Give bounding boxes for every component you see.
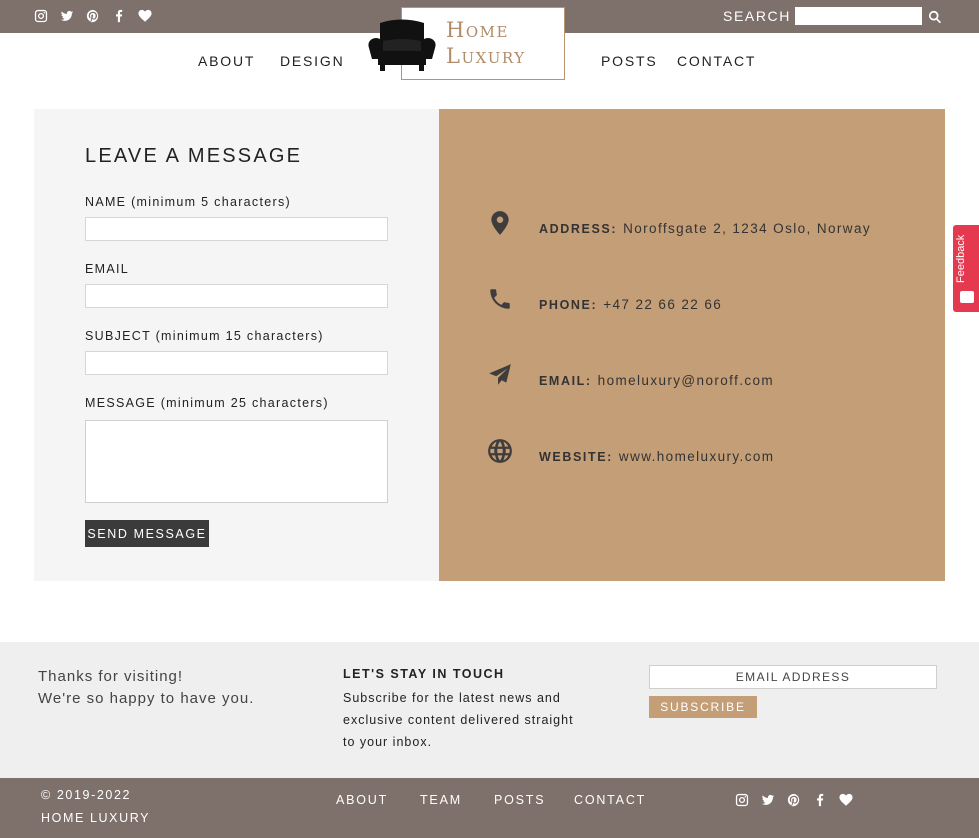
email-field[interactable] xyxy=(85,284,388,308)
subject-field[interactable] xyxy=(85,351,388,375)
newsletter-text-2: exclusive content delivered straight xyxy=(343,713,574,727)
message-field[interactable] xyxy=(85,420,388,503)
newsletter-text-3: to your inbox. xyxy=(343,735,433,749)
search-icon[interactable] xyxy=(928,9,942,24)
message-label: MESSAGE (minimum 25 characters) xyxy=(85,396,329,410)
nav-posts[interactable]: POSTS xyxy=(601,53,657,69)
twitter-icon[interactable] xyxy=(760,792,775,807)
paper-plane-icon xyxy=(487,362,517,392)
phone-icon xyxy=(487,286,517,316)
nav-about[interactable]: ABOUT xyxy=(198,53,255,69)
facebook-icon[interactable] xyxy=(812,792,827,807)
subscribe-button[interactable]: SUBSCRIBE xyxy=(649,696,757,718)
subject-label: SUBJECT (minimum 15 characters) xyxy=(85,329,324,343)
address-value: Noroffsgate 2, 1234 Oslo, Norway xyxy=(623,221,871,236)
map-pin-icon xyxy=(487,210,517,240)
newsletter-email-input[interactable] xyxy=(649,665,937,689)
email-value: homeluxury@noroff.com xyxy=(597,373,775,388)
footer-link-posts[interactable]: POSTS xyxy=(494,793,545,807)
armchair-icon xyxy=(368,19,436,71)
name-field[interactable] xyxy=(85,217,388,241)
feedback-icon xyxy=(960,291,974,303)
footer-link-team[interactable]: TEAM xyxy=(420,793,462,807)
phone-row: PHONE: +47 22 66 22 66 xyxy=(539,297,722,312)
newsletter-title: LET'S STAY IN TOUCH xyxy=(343,667,505,681)
newsletter-band: Thanks for visiting! We're so happy to h… xyxy=(0,642,979,778)
send-message-button[interactable]: SEND MESSAGE xyxy=(85,520,209,547)
copyright: © 2019-2022 xyxy=(41,788,132,802)
phone-key: PHONE: xyxy=(539,298,598,312)
footer-brand: HOME LUXURY xyxy=(41,811,151,825)
contact-form: LEAVE A MESSAGE NAME (minimum 5 characte… xyxy=(34,109,439,581)
footer: © 2019-2022 HOME LUXURY ABOUT TEAM POSTS… xyxy=(0,778,979,838)
name-label: NAME (minimum 5 characters) xyxy=(85,195,291,209)
thanks-line-1: Thanks for visiting! xyxy=(38,668,184,685)
facebook-icon[interactable] xyxy=(111,8,126,23)
search-input[interactable] xyxy=(795,7,922,25)
email-label: EMAIL xyxy=(85,262,130,276)
logo-line-home: Home xyxy=(446,18,509,42)
footer-link-contact[interactable]: CONTACT xyxy=(574,793,646,807)
email-row: EMAIL: homeluxury@noroff.com xyxy=(539,373,774,388)
contact-info: ADDRESS: Noroffsgate 2, 1234 Oslo, Norway… xyxy=(439,109,945,581)
pinterest-icon[interactable] xyxy=(786,792,801,807)
pinterest-icon[interactable] xyxy=(85,8,100,23)
instagram-icon[interactable] xyxy=(734,792,749,807)
email-key: EMAIL: xyxy=(539,374,592,388)
address-key: ADDRESS: xyxy=(539,222,618,236)
form-title: LEAVE A MESSAGE xyxy=(85,145,303,167)
thanks-line-2: We're so happy to have you. xyxy=(38,690,255,707)
feedback-tab[interactable]: Feedback xyxy=(953,225,979,312)
phone-value: +47 22 66 22 66 xyxy=(603,297,723,312)
footer-social-links xyxy=(734,792,853,807)
twitter-icon[interactable] xyxy=(59,8,74,23)
heart-icon[interactable] xyxy=(137,8,152,23)
nav-design[interactable]: DESIGN xyxy=(280,53,344,69)
feedback-label: Feedback xyxy=(955,234,967,283)
search-label: SEARCH xyxy=(723,8,791,24)
website-value: www.homeluxury.com xyxy=(618,449,775,464)
heart-icon[interactable] xyxy=(838,792,853,807)
footer-link-about[interactable]: ABOUT xyxy=(336,793,388,807)
website-row: WEBSITE: www.homeluxury.com xyxy=(539,449,774,464)
website-key: WEBSITE: xyxy=(539,450,613,464)
logo-line-luxury: Luxury xyxy=(446,44,526,68)
globe-icon xyxy=(487,438,517,468)
newsletter-text-1: Subscribe for the latest news and xyxy=(343,691,561,705)
social-links xyxy=(33,8,152,23)
address-row: ADDRESS: Noroffsgate 2, 1234 Oslo, Norway xyxy=(539,221,871,236)
instagram-icon[interactable] xyxy=(33,8,48,23)
nav-contact[interactable]: CONTACT xyxy=(677,53,756,69)
